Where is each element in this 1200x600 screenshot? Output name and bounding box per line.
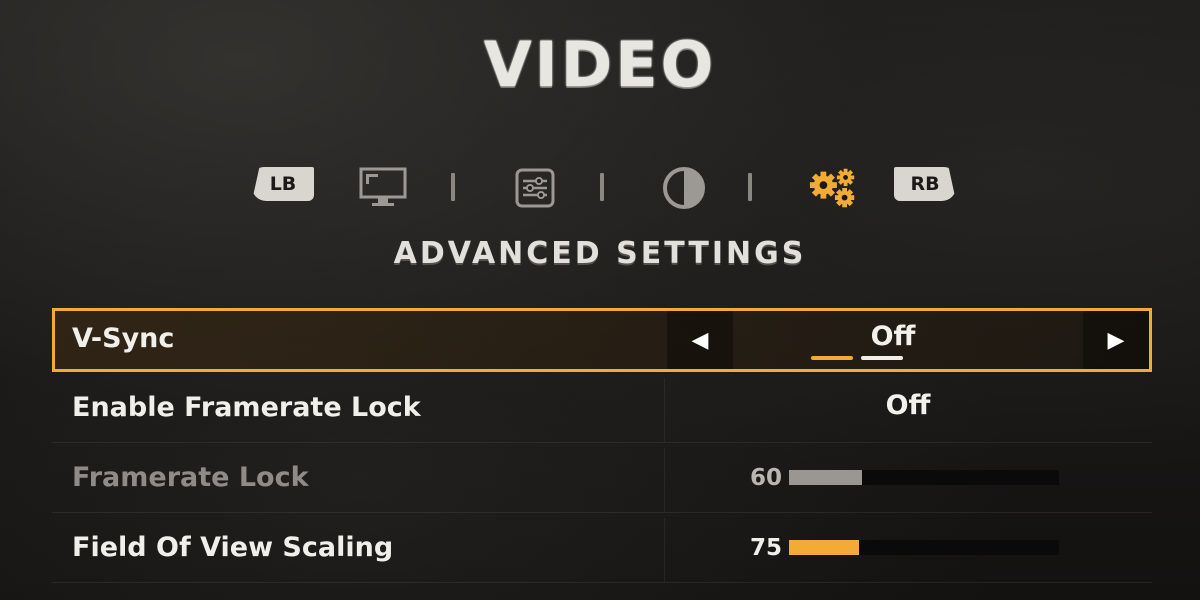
tab-display[interactable] — [357, 165, 409, 211]
page-title: VIDEO — [483, 28, 717, 101]
slider-fill — [789, 540, 860, 555]
framerate-lock-slider[interactable] — [789, 470, 1059, 485]
setting-label: V-Sync — [72, 323, 175, 354]
next-option-button[interactable]: ▶ — [1083, 311, 1149, 369]
gears-icon — [809, 168, 855, 208]
setting-row-framerate-lock[interactable]: Framerate Lock 60 — [52, 448, 1152, 513]
setting-label: Framerate Lock — [72, 462, 309, 493]
tab-separator — [748, 173, 752, 201]
row-divider — [664, 448, 665, 512]
section-title: ADVANCED SETTINGS — [393, 236, 807, 271]
setting-row-fov-scaling[interactable]: Field Of View Scaling 75 — [52, 518, 1152, 583]
setting-label: Field Of View Scaling — [72, 532, 394, 563]
arrow-right-icon: ▶ — [1107, 327, 1125, 353]
option-pip — [861, 356, 903, 360]
option-pip-active — [811, 356, 853, 360]
monitor-icon — [359, 167, 407, 206]
slider-fill — [789, 470, 862, 485]
setting-label: Enable Framerate Lock — [72, 392, 421, 423]
tab-separator — [600, 173, 604, 201]
fov-scaling-slider[interactable] — [789, 540, 1059, 555]
lb-bumper-button[interactable]: LB — [252, 167, 314, 201]
sliders-icon — [515, 168, 555, 208]
slider-value: 60 — [749, 465, 782, 491]
setting-value: Off — [870, 321, 916, 352]
contrast-icon — [663, 167, 705, 209]
arrow-left-icon: ◀ — [691, 327, 709, 353]
slider-value: 75 — [749, 535, 782, 561]
row-divider — [664, 518, 665, 582]
category-tabs: LB RB — [0, 163, 1200, 213]
tab-separator — [451, 173, 455, 201]
tab-advanced[interactable] — [808, 165, 860, 211]
setting-value: Off — [885, 390, 931, 421]
tab-options[interactable] — [509, 165, 561, 211]
tab-brightness[interactable] — [658, 165, 710, 211]
setting-row-enable-framerate-lock[interactable]: Enable Framerate Lock Off — [52, 378, 1152, 443]
setting-row-vsync[interactable]: V-Sync ◀ Off ▶ — [52, 308, 1152, 372]
rb-bumper-button[interactable]: RB — [894, 167, 956, 201]
